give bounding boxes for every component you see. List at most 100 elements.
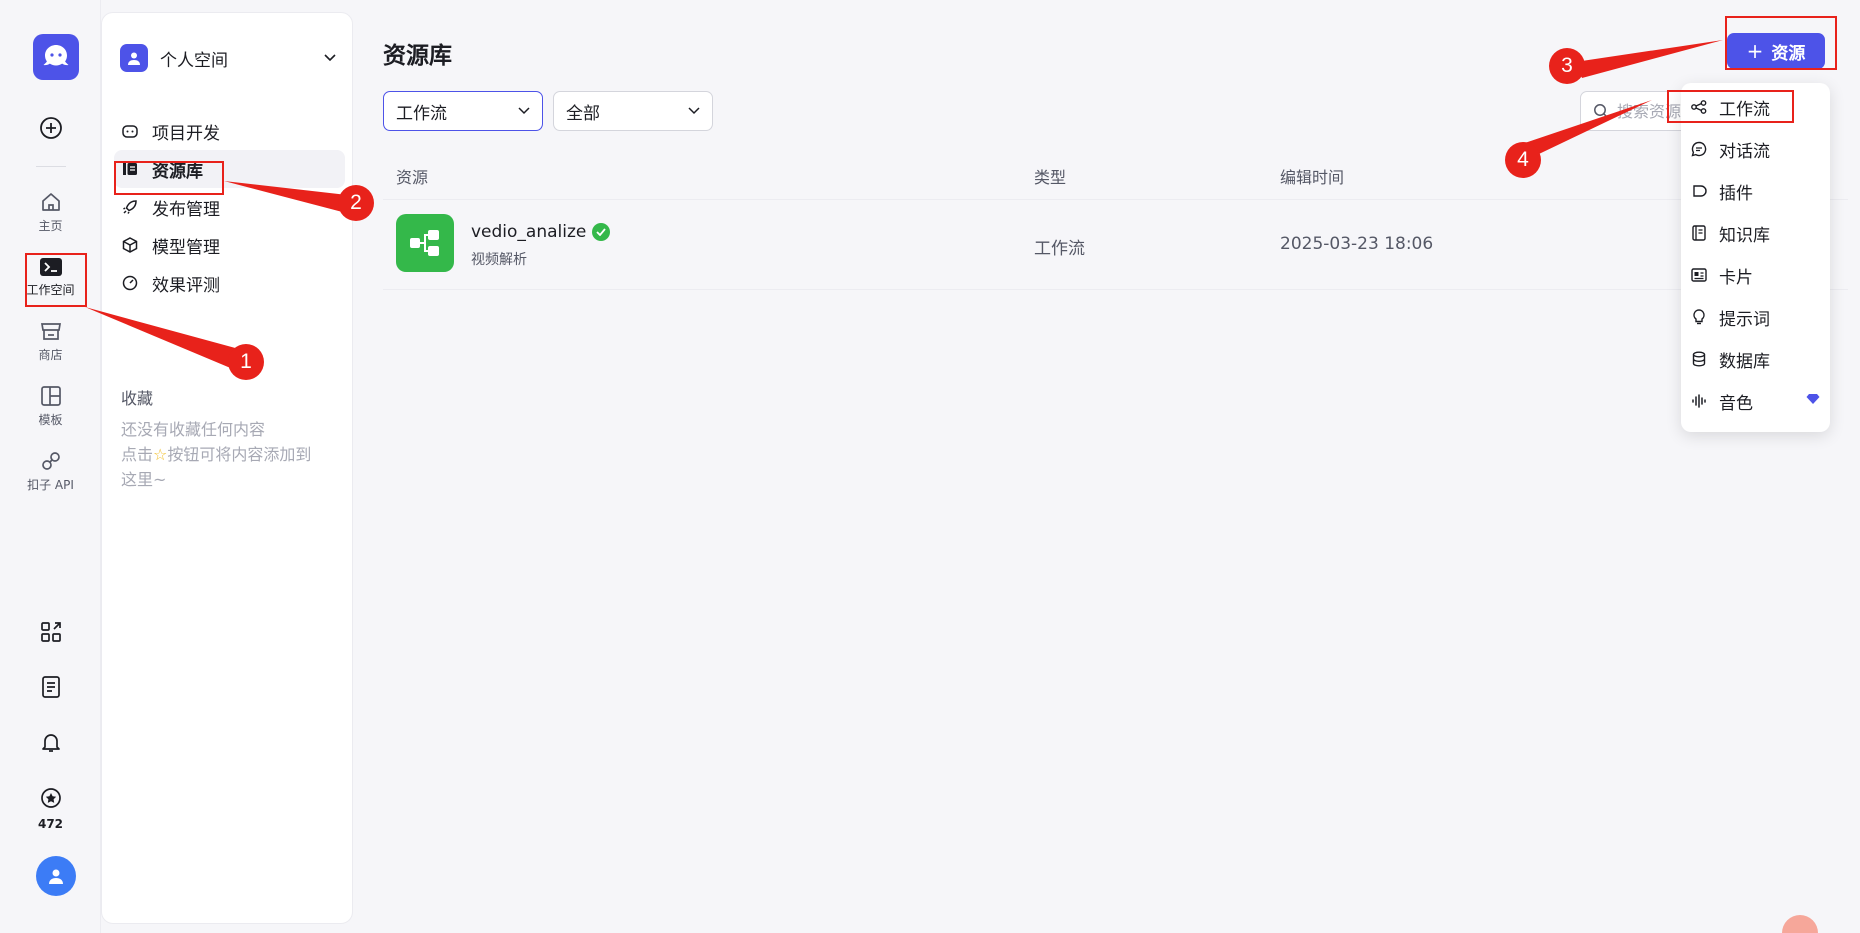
favorites-hint-text: 点击 xyxy=(121,445,154,464)
sidebar-item-label: 项目开发 xyxy=(152,123,220,144)
template-icon xyxy=(40,386,61,406)
scope-filter-select[interactable]: 全部 xyxy=(553,91,713,131)
api-icon xyxy=(41,452,60,470)
menu-item-label: 音色 xyxy=(1719,393,1753,414)
resource-name-text: vedio_analize xyxy=(471,222,587,242)
voice-icon xyxy=(1691,393,1707,409)
store-icon xyxy=(40,323,61,340)
menu-item-label: 知识库 xyxy=(1719,225,1770,246)
menu-item-knowledge[interactable]: 知识库 xyxy=(1681,215,1830,251)
chatflow-icon xyxy=(1691,141,1707,157)
user-avatar[interactable] xyxy=(36,856,76,896)
type-filter-select[interactable]: 工作流 xyxy=(383,91,543,131)
favorites-title: 收藏 xyxy=(121,389,154,408)
rail-item-store-label: 商店 xyxy=(38,348,63,362)
coze-logo-icon[interactable] xyxy=(33,34,79,80)
resource-type: 工作流 xyxy=(1034,239,1085,259)
plus-circle-icon xyxy=(39,117,62,139)
annotation-number: 2 xyxy=(338,185,374,221)
database-icon xyxy=(1691,351,1707,367)
resource-name: vedio_analize xyxy=(471,222,611,242)
space-avatar xyxy=(120,44,148,72)
page-title: 资源库 xyxy=(383,43,452,69)
robot-icon xyxy=(122,123,138,139)
sidebar-item-projects[interactable]: 项目开发 xyxy=(114,112,345,150)
sidebar-item-label: 发布管理 xyxy=(152,199,220,220)
rail-item-templates[interactable]: 模板 xyxy=(0,385,101,428)
plugin-icon xyxy=(1691,183,1707,199)
resource-description: 视频解析 xyxy=(471,252,527,268)
star-icon: ☆ xyxy=(153,445,168,464)
user-icon xyxy=(49,869,63,884)
annotation-box-workflow xyxy=(1667,90,1794,123)
apps-icon xyxy=(40,622,61,642)
knowledge-icon xyxy=(1691,225,1707,241)
annotation-box-add-button xyxy=(1725,16,1837,70)
gauge-icon xyxy=(122,275,138,291)
main-content: 资源库 工作流 全部 + 资源 资源 类型 编辑时间 vedio_analize… xyxy=(353,0,1860,933)
menu-item-card[interactable]: 卡片 xyxy=(1681,257,1830,293)
menu-item-label: 提示词 xyxy=(1719,309,1770,330)
rail-item-api-label: 扣子 API xyxy=(27,478,74,492)
annotation-box-workspace xyxy=(25,253,87,307)
rocket-icon xyxy=(122,199,138,215)
scope-filter-value: 全部 xyxy=(566,103,600,124)
premium-diamond-icon xyxy=(1806,394,1820,404)
favorites-hint-line: 这里~ xyxy=(121,470,167,489)
favorites-hint-text: 按钮可将内容添加到 xyxy=(167,445,312,464)
annotation-number: 4 xyxy=(1505,142,1541,178)
chevron-down-icon xyxy=(688,107,700,115)
chevron-down-icon xyxy=(518,107,530,115)
annotation-number: 3 xyxy=(1549,48,1585,84)
space-name: 个人空间 xyxy=(160,50,228,71)
docs-button[interactable] xyxy=(0,676,101,702)
annotation-box-library xyxy=(114,161,224,195)
search-icon xyxy=(1594,104,1609,119)
chevron-down-icon xyxy=(324,54,336,62)
column-header: 类型 xyxy=(1034,168,1067,187)
published-check-icon xyxy=(592,223,611,241)
credits-count: 472 xyxy=(37,817,64,831)
favorites-hint: 还没有收藏任何内容 点击☆按钮可将内容添加到 这里~ xyxy=(121,417,346,492)
sidebar-item-models[interactable]: 模型管理 xyxy=(114,226,345,264)
menu-item-chatflow[interactable]: 对话流 xyxy=(1681,131,1830,167)
rail-item-home-label: 主页 xyxy=(38,219,63,233)
resource-edit-time: 2025-03-23 18:06 xyxy=(1280,234,1434,254)
space-selector[interactable]: 个人空间 xyxy=(120,41,336,75)
table-header: 资源 类型 编辑时间 xyxy=(383,160,1848,200)
sidebar-item-evaluation[interactable]: 效果评测 xyxy=(114,264,345,302)
rail-item-api[interactable]: 扣子 API xyxy=(0,450,101,493)
credits-button[interactable] xyxy=(0,787,101,813)
home-icon xyxy=(41,193,60,211)
menu-item-prompt[interactable]: 提示词 xyxy=(1681,299,1830,335)
add-resource-menu: 工作流 对话流 插件 知识库 卡片 提示词 数据库 音色 xyxy=(1681,83,1830,432)
docs-icon xyxy=(41,676,60,698)
workspace-sidebar: 个人空间 项目开发 资源库 发布管理 模型管理 效果评测 收藏 还没有收藏任何内… xyxy=(101,12,353,924)
menu-item-database[interactable]: 数据库 xyxy=(1681,341,1830,377)
favorites-hint-line: 点击☆按钮可将内容添加到 xyxy=(121,442,346,467)
rail-item-templates-label: 模板 xyxy=(38,413,63,427)
menu-item-voice[interactable]: 音色 xyxy=(1681,383,1830,419)
notifications-button[interactable] xyxy=(0,731,101,757)
menu-item-plugin[interactable]: 插件 xyxy=(1681,173,1830,209)
column-header: 编辑时间 xyxy=(1280,168,1345,187)
user-icon xyxy=(128,52,140,65)
menu-item-label: 插件 xyxy=(1719,183,1753,204)
rail-item-home[interactable]: 主页 xyxy=(0,191,101,234)
menu-item-label: 数据库 xyxy=(1719,351,1770,372)
icon-rail: 主页 工作空间 商店 模板 扣子 API 472 xyxy=(0,0,101,933)
menu-item-label: 对话流 xyxy=(1719,141,1770,162)
cube-icon xyxy=(122,237,138,253)
credits-icon xyxy=(40,788,61,808)
column-header: 资源 xyxy=(396,168,429,187)
apps-button[interactable] xyxy=(0,621,101,647)
rail-item-store[interactable]: 商店 xyxy=(0,320,101,363)
create-button[interactable] xyxy=(0,116,101,144)
workflow-resource-icon xyxy=(396,214,454,272)
menu-item-label: 卡片 xyxy=(1719,267,1753,288)
favorites-hint-line: 还没有收藏任何内容 xyxy=(121,420,266,439)
table-row[interactable]: vedio_analize 视频解析 工作流 2025-03-23 18:06 xyxy=(383,200,1848,290)
sidebar-item-label: 效果评测 xyxy=(152,275,220,296)
bell-icon xyxy=(41,734,60,752)
sidebar-item-label: 模型管理 xyxy=(152,237,220,258)
